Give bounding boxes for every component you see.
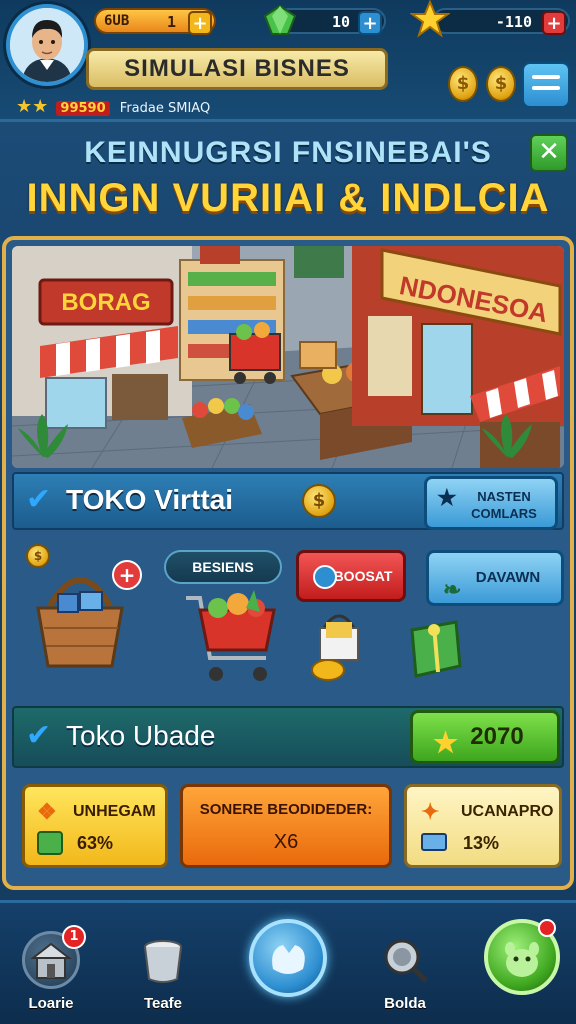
- store-scene: BORAG NDONESOA: [12, 246, 564, 468]
- upgrade-card-1-title: UNHEGAM: [73, 803, 156, 820]
- home-button-circle: [249, 919, 327, 997]
- gold-add-button[interactable]: +: [188, 11, 212, 35]
- star-icon: ★: [437, 485, 457, 510]
- boxes-icon: ❖: [37, 799, 57, 824]
- player-subtitle: Fradae SMIAQ: [119, 101, 211, 116]
- check-icon: ✔: [26, 482, 52, 517]
- search-icon: [384, 939, 428, 983]
- nav-circle: [134, 931, 192, 989]
- business-tag[interactable]: BESIENS: [164, 550, 282, 584]
- nav-item-trade[interactable]: Teafe: [118, 921, 208, 1021]
- player-subline: ★★ 99590 Fradae SMIAQ: [16, 96, 211, 117]
- gem-icon: [263, 4, 297, 35]
- add-basket-button[interactable]: +: [112, 560, 142, 590]
- upgrade-card-3-title: UCANAPRO: [461, 803, 554, 820]
- coin-icon: $: [486, 66, 516, 102]
- star-icon: [410, 0, 450, 38]
- nav-circle: [376, 931, 434, 989]
- star-add-button[interactable]: +: [542, 11, 566, 35]
- star-icon: ★: [433, 727, 459, 758]
- rank-star-icon: ★: [16, 96, 33, 117]
- nav-item-pet[interactable]: [476, 913, 566, 1013]
- game-title: SIMULASI BISNES: [86, 48, 388, 90]
- notification-badge: 1: [62, 925, 86, 949]
- star-value: -110: [495, 13, 532, 31]
- gold-resource: 6UB 1 +: [94, 8, 216, 35]
- paw-icon: [272, 945, 305, 974]
- bucket-icon: [144, 940, 182, 983]
- check-icon: ✔: [26, 718, 52, 753]
- upgrade-card-2-title: SONERE BEODIDEDER:: [199, 801, 373, 818]
- cash-icon: [37, 831, 63, 855]
- boost-label: BOOSAT: [333, 568, 393, 584]
- globe-icon: [313, 565, 337, 589]
- flame-icon: ✦: [421, 799, 440, 824]
- star-resource: -110 +: [432, 8, 570, 35]
- upgrade-card-2[interactable]: SONERE BEODIDEDER: X6: [180, 784, 392, 868]
- menu-button[interactable]: [522, 62, 570, 108]
- nav-label-settings: Bolda: [384, 995, 426, 1012]
- notification-dot: [538, 919, 556, 937]
- master-collars-label: NASTEN COMLARS: [471, 489, 537, 521]
- upgrade-title: Toko Ubade: [66, 720, 216, 751]
- nav-item-store[interactable]: 1 Loarie: [6, 921, 96, 1021]
- bottom-navigation: 1 Loarie Teafe Bolda: [0, 900, 576, 1024]
- main-panel: BORAG NDONESOA ✔ TOKO Virttai $ ★ NASTEN…: [2, 236, 574, 890]
- nav-item-home[interactable]: [243, 913, 333, 1013]
- ticket-icon: [421, 833, 447, 851]
- gem-add-button[interactable]: +: [358, 11, 382, 35]
- menu-icon: [532, 75, 560, 79]
- download-button[interactable]: ❧ DAVAWN: [426, 550, 564, 606]
- upgrade-card-1-value: 63%: [77, 833, 114, 853]
- gold-value: 1: [166, 13, 176, 31]
- gift-box-icon[interactable]: [400, 616, 466, 682]
- player-avatar[interactable]: [6, 4, 88, 86]
- small-basket-icon: [311, 614, 359, 681]
- close-button[interactable]: ✕: [530, 134, 568, 172]
- top-bar: 6UB 1 + 10 + -110 + SIMULASI BISNES ★★ 9…: [0, 0, 576, 122]
- coin-icon: $: [302, 484, 336, 518]
- upgrade-value: 2070: [470, 723, 524, 750]
- headline-subtitle: KEINNUGRSI FNSINEBAI'S: [84, 136, 492, 169]
- upgrade-card-3[interactable]: ✦ UCANAPRO 13%: [404, 784, 562, 868]
- boost-button[interactable]: BOOSAT: [296, 550, 406, 602]
- coin-icon: $: [448, 66, 478, 102]
- rank-star-icon: ★: [32, 96, 49, 117]
- level-number: 99590: [56, 101, 110, 116]
- shopping-cart-icon[interactable]: [182, 586, 282, 688]
- upgrade-header-row: ✔ Toko Ubade ★ 2070: [12, 706, 564, 768]
- left-shop-sign: BORAG: [61, 289, 150, 316]
- upgrade-card-2-value: X6: [273, 831, 299, 853]
- download-label: DAVAWN: [475, 569, 541, 586]
- upgrade-value-button[interactable]: ★ 2070: [410, 710, 560, 764]
- master-collars-button[interactable]: ★ NASTEN COMLARS: [424, 476, 558, 530]
- upgrade-card-3-value: 13%: [463, 833, 500, 853]
- nav-item-settings[interactable]: Bolda: [360, 921, 450, 1021]
- nav-label-store: Loarie: [28, 995, 74, 1012]
- avatar-portrait-icon: [10, 8, 84, 82]
- headline-title: INNGN VURIIAI & INDLCIA: [26, 176, 550, 220]
- gem-value: 10: [331, 13, 350, 31]
- shop-title: TOKO Virttai: [66, 484, 234, 515]
- gold-label: 6UB: [104, 13, 130, 29]
- upgrade-card-1[interactable]: ❖ UNHEGAM 63%: [22, 784, 168, 868]
- store-illustration: BORAG NDONESOA: [12, 246, 564, 468]
- leaf-icon: ❧: [443, 577, 462, 602]
- nav-label-trade: Teafe: [143, 995, 183, 1012]
- shop-header-row: ✔ TOKO Virttai $ ★ NASTEN COMLARS: [12, 472, 564, 530]
